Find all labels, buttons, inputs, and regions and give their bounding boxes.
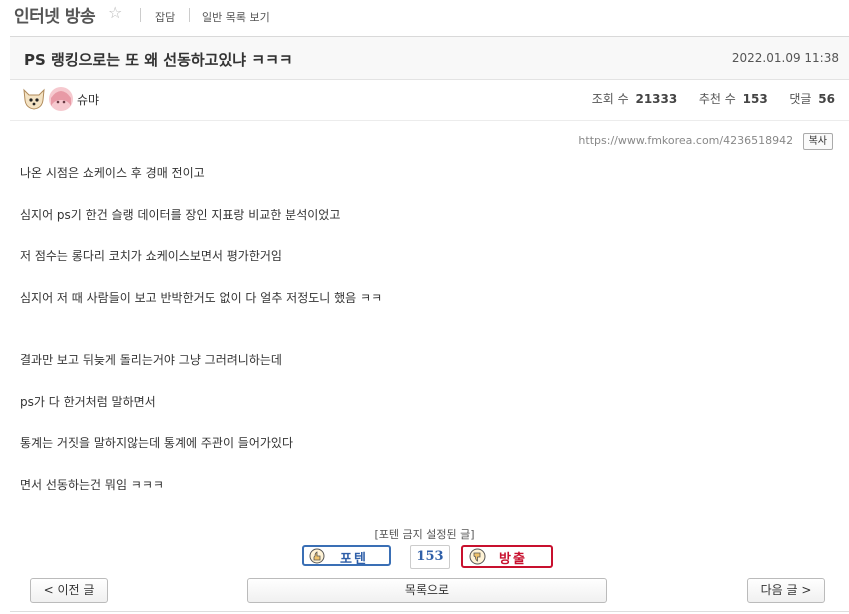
tab-general-list[interactable]: 일반 목록 보기 bbox=[202, 9, 270, 25]
post-line: 결과만 보고 뒤늦게 돌리는거야 그냥 그러려니하는데 bbox=[20, 353, 282, 367]
author-nickname[interactable]: 슈먀 bbox=[77, 91, 99, 108]
no-poten-notice: [포텐 금지 설정된 글] bbox=[374, 528, 475, 541]
board-title[interactable]: 인터넷 방송 bbox=[14, 2, 96, 27]
vote-count: 153 bbox=[410, 545, 450, 569]
views-count: 21333 bbox=[635, 92, 678, 106]
post-line: 저 점수는 롱다리 코치가 쇼케이스보면서 평가한거임 bbox=[20, 249, 282, 263]
post-url-line: https://www.fmkorea.com/4236518942 복사 bbox=[578, 133, 833, 150]
post-url[interactable]: https://www.fmkorea.com/4236518942 bbox=[578, 134, 793, 147]
recommend-label: 추천 수 bbox=[698, 92, 736, 106]
prev-post-button[interactable]: < 이전 글 bbox=[30, 578, 108, 603]
divider bbox=[189, 8, 190, 22]
post-line: 통계는 거짓을 말하지않는데 통계에 주관이 들어가있다 bbox=[20, 436, 293, 450]
tab-chat[interactable]: 잡담 bbox=[155, 9, 175, 25]
poten-vote-button[interactable]: 포텐 bbox=[302, 545, 391, 567]
post-line: 심지어 ps기 한건 슬랭 데이터를 장인 지표랑 비교한 분석이었고 bbox=[20, 208, 341, 222]
poten-label: 포텐 bbox=[340, 552, 368, 567]
next-post-button[interactable]: 다음 글 > bbox=[747, 578, 825, 603]
bangchul-label: 방출 bbox=[499, 552, 527, 567]
avatar[interactable] bbox=[48, 86, 74, 112]
post-title: PS 랭킹으로는 또 왜 선동하고있냐 ㅋㅋㅋ bbox=[24, 51, 293, 69]
divider bbox=[10, 611, 849, 612]
divider bbox=[140, 8, 141, 22]
post-title-bar: PS 랭킹으로는 또 왜 선동하고있냐 ㅋㅋㅋ 2022.01.09 11:38 bbox=[10, 36, 849, 80]
post-line: ps가 다 한거처럼 말하면서 bbox=[20, 395, 156, 409]
list-button[interactable]: 목록으로 bbox=[247, 578, 607, 603]
post-line: 심지어 저 때 사람들이 보고 반박한거도 없이 다 얼추 저정도니 했음 ㅋㅋ bbox=[20, 291, 383, 305]
bangchul-vote-button[interactable]: 방출 bbox=[461, 545, 553, 568]
recommend-count: 153 bbox=[742, 92, 768, 106]
thumbs-down-icon bbox=[469, 548, 486, 565]
star-outline-icon[interactable]: ☆ bbox=[108, 3, 122, 22]
thumbs-up-icon bbox=[309, 548, 325, 564]
comments-count[interactable]: 56 bbox=[818, 92, 835, 106]
post-date: 2022.01.09 11:38 bbox=[731, 51, 839, 65]
dog-level-icon bbox=[23, 88, 45, 110]
copy-url-button[interactable]: 복사 bbox=[802, 133, 833, 150]
board-header: 인터넷 방송 ☆ 잡담 일반 목록 보기 bbox=[0, 0, 849, 32]
comments-label[interactable]: 댓글 bbox=[789, 92, 811, 106]
views-label: 조회 수 bbox=[591, 92, 629, 106]
post-stats: 조회 수 21333 추천 수 153 댓글 56 bbox=[592, 90, 835, 107]
post-meta: 슈먀 조회 수 21333 추천 수 153 댓글 56 bbox=[10, 80, 849, 121]
post-line: 면서 선동하는건 뭐임 ㅋㅋㅋ bbox=[20, 478, 164, 492]
post-line: 나온 시점은 쇼케이스 후 경매 전이고 bbox=[20, 166, 205, 180]
